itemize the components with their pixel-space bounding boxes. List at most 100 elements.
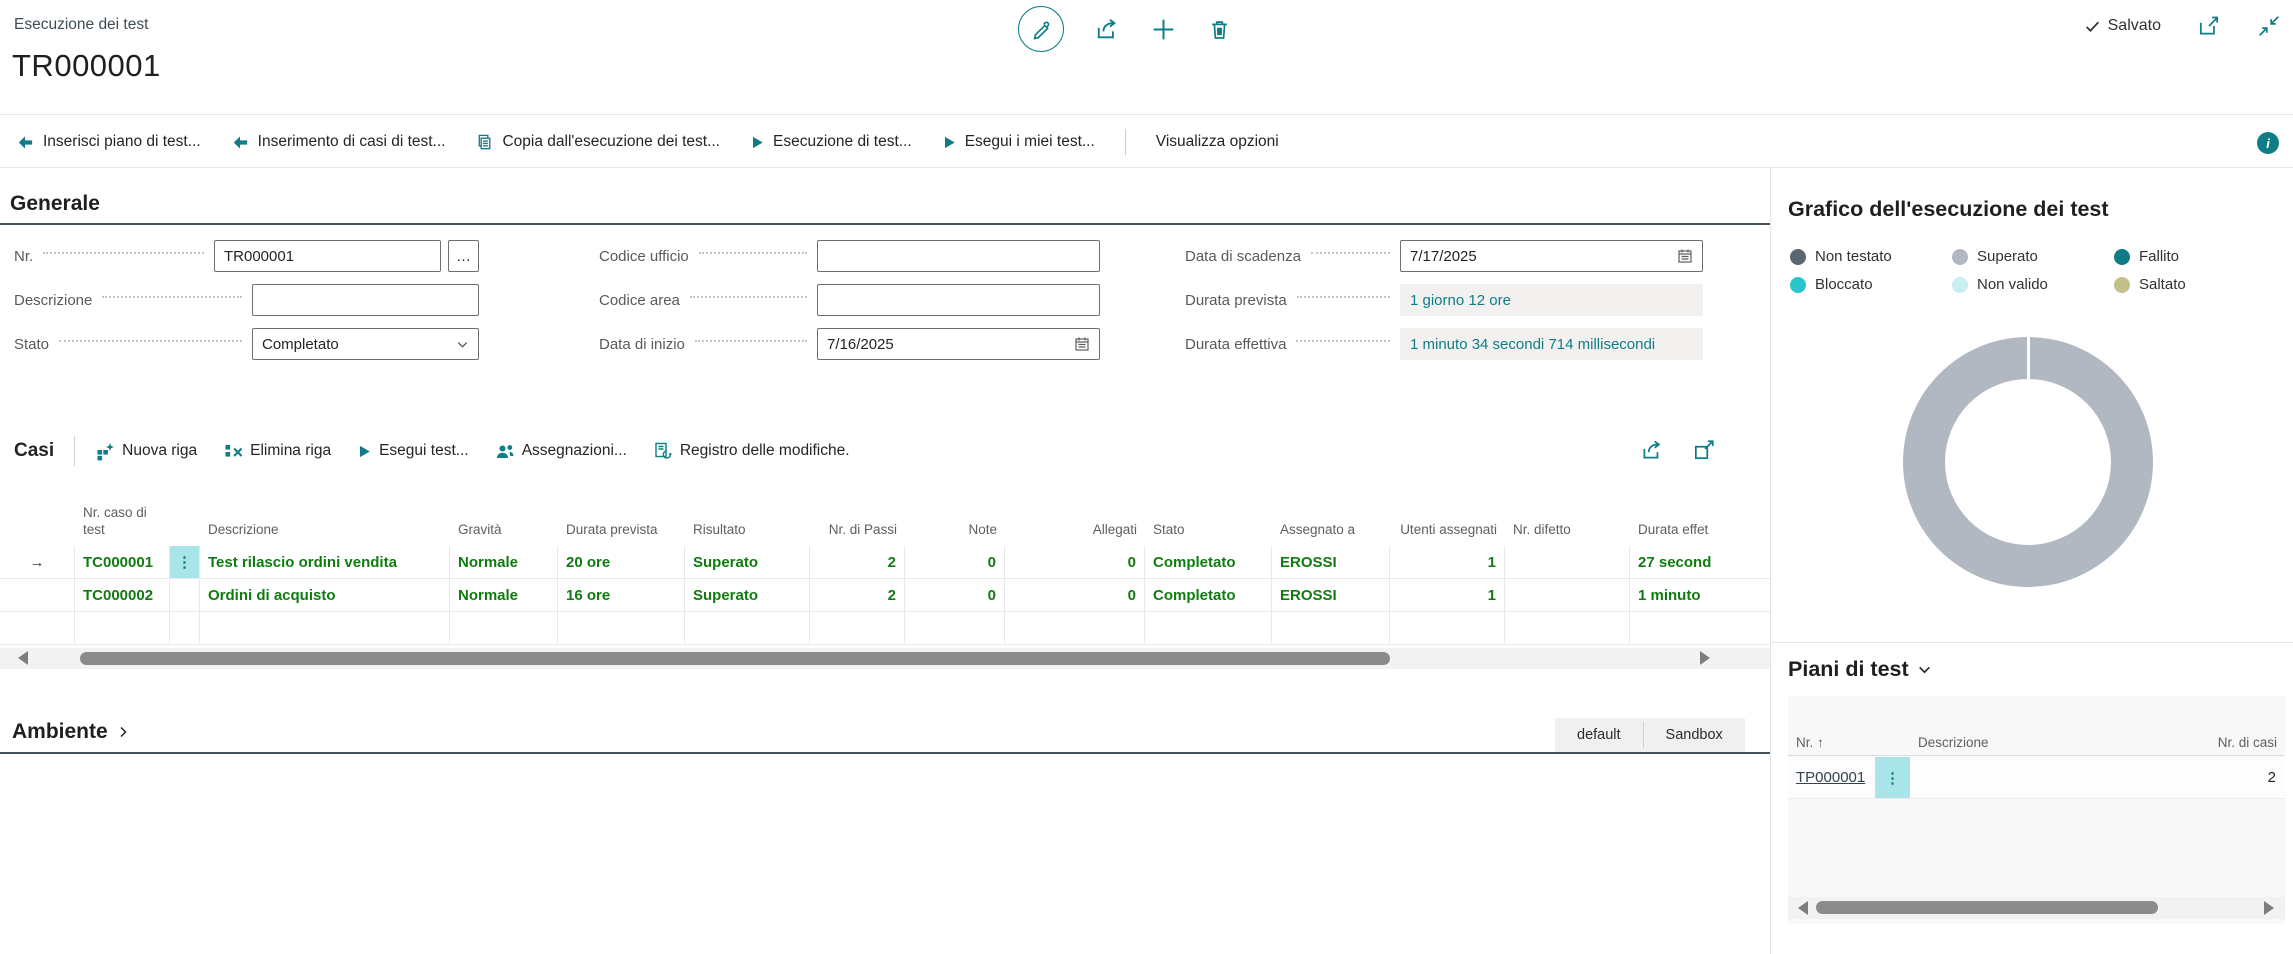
cell-nr[interactable]: TC000002 bbox=[75, 579, 170, 612]
scroll-right-arrow[interactable] bbox=[1700, 651, 1710, 665]
cell-passi[interactable]: 2 bbox=[810, 546, 905, 579]
codice-ufficio-input[interactable] bbox=[817, 240, 1100, 272]
cell-nr-difetto[interactable] bbox=[1505, 579, 1630, 612]
row-menu-button[interactable]: ⋮ bbox=[170, 546, 200, 579]
col-stato[interactable]: Stato bbox=[1145, 522, 1272, 546]
cell-empty[interactable] bbox=[1390, 612, 1505, 645]
cell-durata-prevista[interactable]: 16 ore bbox=[558, 579, 685, 612]
action-copia-esecuzione[interactable]: Copia dall'esecuzione dei test... bbox=[475, 133, 720, 152]
piani-nr-casi-cell[interactable]: 2 bbox=[2165, 769, 2285, 786]
action-esecuzione-test[interactable]: Esecuzione di test... bbox=[750, 133, 912, 151]
data-scadenza-input[interactable]: 7/17/2025 bbox=[1400, 240, 1703, 272]
cell-empty[interactable] bbox=[1272, 612, 1390, 645]
cell-passi[interactable]: 2 bbox=[810, 579, 905, 612]
nuova-riga-button[interactable]: Nuova riga bbox=[95, 441, 197, 461]
table-row[interactable]: → TC000001 ⋮ Test rilascio ordini vendit… bbox=[0, 546, 1770, 579]
cell-empty[interactable] bbox=[1005, 612, 1145, 645]
cell-risultato[interactable]: Superato bbox=[685, 579, 810, 612]
col-descrizione[interactable]: Descrizione bbox=[1910, 735, 2175, 755]
cell-empty[interactable] bbox=[75, 612, 170, 645]
col-utenti-assegnati[interactable]: Utenti assegnati bbox=[1390, 522, 1505, 546]
cell-descrizione[interactable]: Ordini di acquisto bbox=[200, 579, 450, 612]
col-note[interactable]: Note bbox=[905, 522, 1005, 546]
casi-hscrollbar[interactable] bbox=[0, 648, 1770, 669]
cell-nr[interactable]: TC000001 bbox=[75, 546, 170, 579]
cell-empty[interactable] bbox=[1630, 612, 1770, 645]
edit-pencil-button[interactable] bbox=[1018, 6, 1064, 52]
col-assegnato-a[interactable]: Assegnato a bbox=[1272, 522, 1390, 546]
cell-empty[interactable] bbox=[1505, 612, 1630, 645]
durata-effettiva-value[interactable]: 1 minuto 34 secondi 714 millisecondi bbox=[1400, 328, 1703, 360]
durata-prevista-value[interactable]: 1 giorno 12 ore bbox=[1400, 284, 1703, 316]
esegui-test-button[interactable]: Esegui test... bbox=[357, 442, 469, 460]
piani-row[interactable]: TP000001 ⋮ 2 bbox=[1788, 757, 2285, 799]
col-nr-passi[interactable]: Nr. di Passi bbox=[810, 522, 905, 546]
section-generale-header[interactable]: Generale bbox=[10, 192, 100, 216]
cell-durata-prevista[interactable]: 20 ore bbox=[558, 546, 685, 579]
cell-empty[interactable] bbox=[685, 612, 810, 645]
cell-descrizione[interactable]: Test rilascio ordini vendita bbox=[200, 546, 450, 579]
piani-nr-link[interactable]: TP000001 bbox=[1796, 769, 1865, 786]
col-gravita[interactable]: Gravità bbox=[450, 522, 558, 546]
cell-nr-difetto[interactable] bbox=[1505, 546, 1630, 579]
expand-part-icon[interactable] bbox=[1692, 438, 1716, 462]
cell-utenti[interactable]: 1 bbox=[1390, 579, 1505, 612]
cell-empty[interactable] bbox=[170, 612, 200, 645]
nr-assist-edit-button[interactable]: … bbox=[448, 240, 479, 272]
nr-input[interactable]: TR000001 bbox=[214, 240, 441, 272]
action-inserisci-piano[interactable]: Inserisci piano di test... bbox=[16, 133, 201, 152]
cell-durata-effettiva[interactable]: 27 second bbox=[1630, 546, 1770, 579]
cell-empty[interactable] bbox=[200, 612, 450, 645]
cell-gravita[interactable]: Normale bbox=[450, 579, 558, 612]
share-button[interactable] bbox=[1094, 16, 1120, 42]
piani-panel-header[interactable]: Piani di test bbox=[1788, 657, 1932, 682]
section-ambiente-header[interactable]: Ambiente bbox=[12, 720, 130, 744]
row-menu-cell[interactable] bbox=[170, 579, 200, 612]
action-esegui-miei-test[interactable]: Esegui i miei test... bbox=[942, 133, 1095, 151]
col-allegati[interactable]: Allegati bbox=[1005, 522, 1145, 546]
scroll-thumb[interactable] bbox=[80, 652, 1390, 665]
cell-utenti[interactable]: 1 bbox=[1390, 546, 1505, 579]
cell-stato[interactable]: Completato bbox=[1145, 579, 1272, 612]
codice-area-input[interactable] bbox=[817, 284, 1100, 316]
elimina-riga-button[interactable]: Elimina riga bbox=[223, 441, 331, 461]
col-durata-prevista[interactable]: Durata prevista bbox=[558, 522, 685, 546]
cell-empty[interactable] bbox=[810, 612, 905, 645]
scroll-thumb[interactable] bbox=[1816, 901, 2158, 914]
cell-assegnato-a[interactable]: EROSSI bbox=[1272, 546, 1390, 579]
scroll-right-arrow[interactable] bbox=[2264, 901, 2274, 915]
collapse-button[interactable] bbox=[2257, 14, 2281, 38]
cell-note[interactable]: 0 bbox=[905, 546, 1005, 579]
table-row[interactable]: TC000002 Ordini di acquisto Normale 16 o… bbox=[0, 579, 1770, 612]
cell-risultato[interactable]: Superato bbox=[685, 546, 810, 579]
stato-select[interactable]: Completato bbox=[252, 328, 479, 360]
assegnazioni-button[interactable]: Assegnazioni... bbox=[495, 441, 627, 461]
col-nr-caso[interactable]: Nr. caso di test bbox=[75, 505, 170, 546]
cell-empty[interactable] bbox=[1145, 612, 1272, 645]
action-inserimento-casi[interactable]: Inserimento di casi di test... bbox=[231, 133, 446, 152]
cell-stato[interactable]: Completato bbox=[1145, 546, 1272, 579]
col-nr-di-casi[interactable]: Nr. di casi bbox=[2175, 735, 2285, 755]
descrizione-input[interactable] bbox=[252, 284, 479, 316]
cell-note[interactable]: 0 bbox=[905, 579, 1005, 612]
data-inizio-input[interactable]: 7/16/2025 bbox=[817, 328, 1100, 360]
cell-empty[interactable] bbox=[558, 612, 685, 645]
scroll-left-arrow[interactable] bbox=[1798, 901, 1808, 915]
col-nr-difetto[interactable]: Nr. difetto bbox=[1505, 522, 1630, 546]
popout-button[interactable] bbox=[2197, 14, 2221, 38]
table-row-empty[interactable] bbox=[0, 612, 1770, 645]
col-risultato[interactable]: Risultato bbox=[685, 522, 810, 546]
scroll-left-arrow[interactable] bbox=[18, 651, 28, 665]
registro-modifiche-button[interactable]: Registro delle modifiche. bbox=[653, 441, 850, 461]
cell-allegati[interactable]: 0 bbox=[1005, 579, 1145, 612]
share-icon[interactable] bbox=[1640, 438, 1664, 462]
info-button[interactable]: i bbox=[2257, 132, 2279, 154]
cell-allegati[interactable]: 0 bbox=[1005, 546, 1145, 579]
cell-durata-effettiva[interactable]: 1 minuto bbox=[1630, 579, 1770, 612]
row-menu-button[interactable]: ⋮ bbox=[1875, 757, 1910, 798]
cell-empty[interactable] bbox=[905, 612, 1005, 645]
piani-hscrollbar[interactable] bbox=[1788, 897, 2285, 919]
action-visualizza-opzioni[interactable]: Visualizza opzioni bbox=[1156, 133, 1279, 151]
cell-assegnato-a[interactable]: EROSSI bbox=[1272, 579, 1390, 612]
cell-gravita[interactable]: Normale bbox=[450, 546, 558, 579]
